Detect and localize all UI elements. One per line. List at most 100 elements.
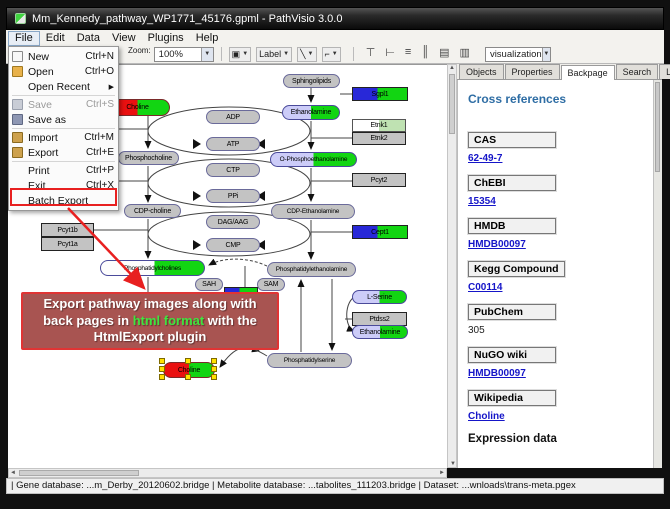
tab-search[interactable]: Search: [616, 64, 659, 79]
pathway-node-sah[interactable]: SAH: [195, 278, 223, 291]
pathway-node-sphingolipids[interactable]: Sphingolipids: [283, 74, 340, 88]
menu-view[interactable]: View: [106, 31, 142, 46]
selection-handle[interactable]: [159, 374, 165, 380]
selection-handle[interactable]: [159, 366, 165, 372]
crossref-section-wikipedia: WikipediaCholine: [468, 390, 653, 422]
file-menu-item-new[interactable]: NewCtrl+N: [9, 49, 118, 64]
crossref-header: NuGO wiki: [468, 347, 556, 363]
pathway-node-cdp-ethanolamine[interactable]: CDP-Ethanolamine: [271, 204, 355, 219]
submenu-arrow-icon: ▶: [109, 83, 114, 91]
connector-tool[interactable]: ⌐▼: [322, 47, 341, 62]
pathway-node-atp[interactable]: ATP: [206, 137, 260, 151]
pathway-node-etnk1[interactable]: Etnk1: [352, 119, 406, 132]
pathway-node-ppi[interactable]: PPi: [206, 189, 260, 203]
crossref-value: 305: [468, 325, 653, 336]
menu-separator: [12, 95, 115, 96]
pathway-node-pcyt1a[interactable]: Pcyt1a: [41, 237, 94, 251]
pathway-node-ctp[interactable]: CTP: [206, 163, 260, 177]
crossref-link[interactable]: HMDB00097: [468, 368, 653, 379]
menu-data[interactable]: Data: [71, 31, 106, 46]
pathway-node-dag-aag[interactable]: DAG/AAG: [206, 215, 260, 229]
crossref-link[interactable]: 62-49-7: [468, 153, 653, 164]
pathway-node-phosphatidylethanolamine[interactable]: Phosphatidylethanolamine: [267, 262, 356, 277]
tab-backpage[interactable]: Backpage: [561, 65, 615, 80]
menu-file[interactable]: File: [8, 31, 40, 46]
zoom-combobox[interactable]: 100% ▼: [154, 47, 214, 62]
pathway-node-ethanolamine-top[interactable]: Ethanolamine: [282, 105, 340, 120]
file-menu-item-print[interactable]: PrintCtrl+P: [9, 163, 118, 178]
menu-item-label: Export: [28, 147, 82, 159]
file-menu-item-open[interactable]: OpenCtrl+O: [9, 64, 118, 79]
pathway-node-phosphatidylserine[interactable]: Phosphatidylserine: [267, 353, 352, 368]
pathway-node-phosphocholine[interactable]: Phosphocholine: [118, 151, 179, 165]
side-panel-tabs: ObjectsPropertiesBackpageSearchLegend: [457, 64, 662, 80]
crossref-link[interactable]: Choline: [468, 411, 653, 422]
backpage-panel: Cross references CAS62-49-7ChEBI15354HMD…: [457, 80, 653, 468]
selection-handle[interactable]: [159, 358, 165, 364]
scrollbar-thumb[interactable]: [449, 74, 455, 134]
line-tool[interactable]: ╲▼: [297, 47, 316, 62]
selection-handle[interactable]: [211, 366, 217, 372]
pathway-node-pcyt2[interactable]: Pcyt2: [352, 173, 406, 187]
crossref-link[interactable]: C00114: [468, 282, 653, 293]
menu-item-label: Print: [28, 165, 82, 177]
selection-handle[interactable]: [185, 358, 191, 364]
file-menu-item-save[interactable]: SaveCtrl+S: [9, 97, 118, 112]
datanode-tool-icon: ▣: [232, 49, 241, 60]
crossref-link[interactable]: 15354: [468, 196, 653, 207]
pathway-node-cdp-choline[interactable]: CDP-choline: [124, 204, 181, 218]
crossref-link[interactable]: HMDB00097: [468, 239, 653, 250]
pathway-node-o-phosphoethanolamine[interactable]: O-Phosphoethanolamine: [270, 152, 357, 167]
toolbar: Zoom: 100% ▼ ▣▼Label▼╲▼⌐▼ ⊤⊢≡║▤▥ visuali…: [128, 45, 660, 63]
menu-plugins[interactable]: Plugins: [142, 31, 190, 46]
pathway-node-pcyt1b[interactable]: Pcyt1b: [41, 223, 94, 237]
pathway-node-l-serine[interactable]: L-Serine: [352, 290, 407, 304]
common-width-icon[interactable]: ▤: [439, 46, 449, 62]
file-menu-item-import[interactable]: ImportCtrl+M: [9, 130, 118, 145]
selection-handle[interactable]: [211, 358, 217, 364]
file-menu-item-save-as[interactable]: Save as: [9, 112, 118, 127]
toolbar-separator: [221, 47, 222, 61]
scrollbar-thumb[interactable]: [19, 470, 139, 476]
scrollbar-thumb[interactable]: [655, 82, 660, 172]
canvas-horizontal-scrollbar[interactable]: ◄►: [8, 468, 447, 478]
pathway-node-phosphatidylcholines[interactable]: Phosphatidylcholines: [100, 260, 205, 276]
pathway-node-sam[interactable]: SAM: [257, 278, 285, 291]
import-icon: [12, 132, 23, 143]
file-menu-item-open-recent[interactable]: Open Recent▶: [9, 79, 118, 94]
menu-item-shortcut: Ctrl+S: [86, 99, 114, 110]
pathway-node-adp[interactable]: ADP: [206, 110, 260, 124]
common-height-icon[interactable]: ▥: [460, 46, 470, 62]
distribute-vertical-icon[interactable]: ≡: [405, 46, 411, 62]
selection-handle[interactable]: [185, 374, 191, 380]
window-title: Mm_Kennedy_pathway_WP1771_45176.gpml - P…: [32, 13, 342, 25]
crossref-header: CAS: [468, 132, 556, 148]
tab-properties[interactable]: Properties: [505, 64, 560, 79]
tab-objects[interactable]: Objects: [459, 64, 504, 79]
pathway-node-cept1[interactable]: Cept1: [352, 225, 408, 239]
menu-item-shortcut: Ctrl+O: [85, 66, 114, 77]
menu-help[interactable]: Help: [190, 31, 225, 46]
side-panel-scrollbar[interactable]: [653, 80, 662, 468]
tab-legend[interactable]: Legend: [659, 64, 670, 79]
distribute-horizontal-icon[interactable]: ║: [421, 46, 429, 62]
canvas-vertical-scrollbar[interactable]: ▲▼: [447, 64, 457, 468]
pathway-node-ethanolamine-side[interactable]: Ethanolamine: [352, 325, 408, 339]
align-vertical-center-icon[interactable]: ⊢: [385, 46, 395, 62]
open-folder-icon: [12, 66, 23, 77]
chevron-down-icon: ▼: [332, 51, 338, 57]
pathway-node-ptdss2[interactable]: Ptdss2: [352, 312, 407, 326]
datanode-tool[interactable]: ▣▼: [229, 47, 251, 62]
selection-handle[interactable]: [211, 374, 217, 380]
pathway-node-sgpl1[interactable]: Sgpl1: [352, 87, 408, 101]
visualization-combobox[interactable]: visualization ▼: [485, 47, 551, 62]
label-tool[interactable]: Label▼: [256, 47, 292, 62]
crossref-header: Kegg Compound: [468, 261, 565, 277]
menu-item-spacer: [12, 81, 23, 92]
pathway-node-cmp[interactable]: CMP: [206, 238, 260, 252]
file-menu-item-export[interactable]: ExportCtrl+E: [9, 145, 118, 160]
align-horizontal-center-icon[interactable]: ⊤: [366, 46, 376, 62]
pathway-node-etnk2[interactable]: Etnk2: [352, 132, 406, 145]
menu-edit[interactable]: Edit: [40, 31, 71, 46]
menu-bar: FileEditDataViewPluginsHelp: [8, 31, 224, 46]
